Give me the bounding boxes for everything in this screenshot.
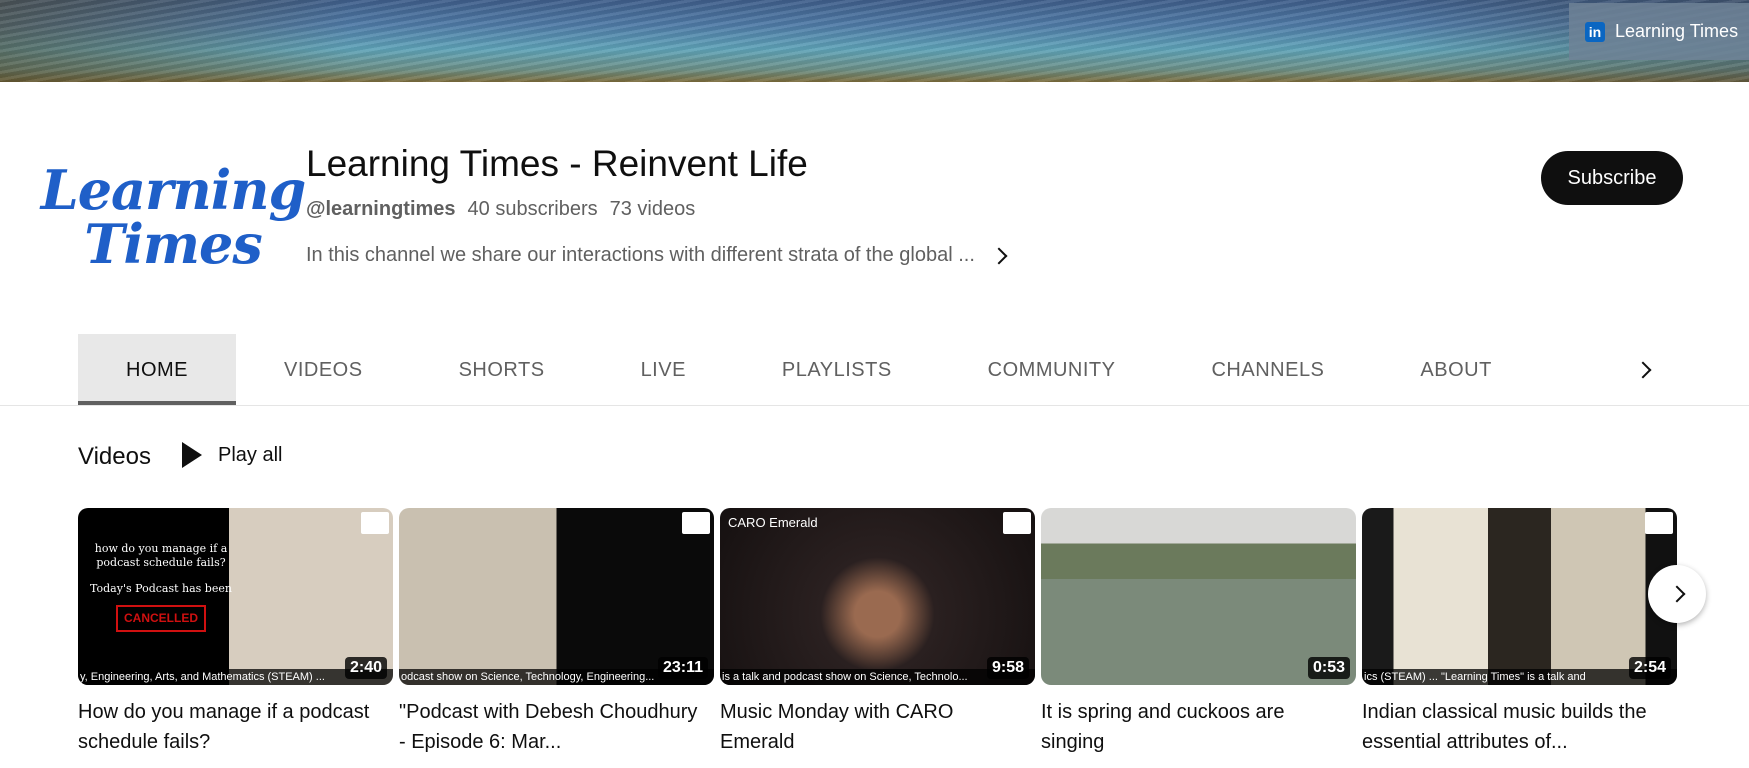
tab-videos[interactable]: VIDEOS bbox=[236, 334, 411, 406]
tab-shorts[interactable]: SHORTS bbox=[411, 334, 593, 406]
video-title[interactable]: It is spring and cuckoos are singing bbox=[1041, 697, 1356, 757]
video-duration: 0:53 bbox=[1307, 657, 1350, 679]
tab-home[interactable]: HOME bbox=[78, 334, 236, 406]
channel-description-text: In this channel we share our interaction… bbox=[306, 244, 975, 266]
section-title: Videos bbox=[78, 443, 151, 470]
cancelled-badge: CANCELLED bbox=[116, 605, 206, 633]
channel-tabs: HOME VIDEOS SHORTS LIVE PLAYLISTS COMMUN… bbox=[78, 334, 1540, 406]
video-title[interactable]: Music Monday with CARO Emerald bbox=[720, 697, 1035, 757]
avatar-text-line2: Times bbox=[84, 212, 263, 276]
channel-logo-watermark bbox=[682, 512, 710, 534]
channel-description[interactable]: In this channel we share our interaction… bbox=[306, 244, 1008, 267]
video-duration: 2:54 bbox=[1628, 657, 1671, 679]
video-title[interactable]: How do you manage if a podcast schedule … bbox=[78, 697, 393, 757]
video-thumbnail[interactable]: 0:53 bbox=[1041, 508, 1356, 685]
play-all-label: Play all bbox=[218, 443, 283, 466]
subscribe-button[interactable]: Subscribe bbox=[1541, 151, 1683, 205]
channel-avatar[interactable]: Learning Times bbox=[41, 147, 307, 287]
video-card[interactable]: ics (STEAM) ... "Learning Times" is a ta… bbox=[1362, 508, 1677, 757]
tabs-next-button[interactable] bbox=[1625, 352, 1661, 388]
video-count: 73 videos bbox=[609, 198, 696, 220]
channel-logo-watermark bbox=[1645, 512, 1673, 534]
linkedin-icon: in bbox=[1585, 21, 1605, 42]
tabs-divider bbox=[0, 405, 1749, 406]
banner-link-label: Learning Times bbox=[1615, 21, 1739, 41]
video-card[interactable]: how do you manage if a podcast schedule … bbox=[78, 508, 393, 757]
tab-about[interactable]: ABOUT bbox=[1372, 334, 1539, 406]
play-icon bbox=[182, 442, 202, 468]
subscriber-count: 40 subscribers bbox=[467, 198, 598, 220]
video-duration: 2:40 bbox=[344, 657, 387, 679]
video-duration: 9:58 bbox=[986, 657, 1029, 679]
chevron-right-icon bbox=[990, 247, 1008, 264]
tab-community[interactable]: COMMUNITY bbox=[940, 334, 1164, 406]
video-title[interactable]: Indian classical music builds the essent… bbox=[1362, 697, 1677, 757]
channel-logo-watermark bbox=[361, 512, 389, 534]
channel-handle: @learningtimes bbox=[306, 198, 456, 220]
channel-meta: @learningtimes 40 subscribers 73 videos bbox=[306, 198, 695, 221]
video-thumbnail[interactable]: how do you manage if a podcast schedule … bbox=[78, 508, 393, 685]
thumbnail-question: how do you manage if a podcast schedule … bbox=[94, 542, 228, 569]
video-thumbnail[interactable]: ics (STEAM) ... "Learning Times" is a ta… bbox=[1362, 508, 1677, 685]
tab-live[interactable]: LIVE bbox=[593, 334, 734, 406]
thumbnail-subtext: Today's Podcast has been bbox=[90, 581, 232, 595]
avatar-text-line1: Learning bbox=[40, 158, 307, 222]
video-thumbnail[interactable]: CARO Emerald is a talk and podcast show … bbox=[720, 508, 1035, 685]
play-all-button[interactable]: Play all bbox=[182, 442, 282, 468]
video-duration: 23:11 bbox=[657, 657, 708, 679]
shelf-next-button[interactable] bbox=[1648, 565, 1706, 623]
tab-channels[interactable]: CHANNELS bbox=[1163, 334, 1372, 406]
video-card[interactable]: odcast show on Science, Technology, Engi… bbox=[399, 508, 714, 757]
video-title[interactable]: "Podcast with Debesh Choudhury - Episode… bbox=[399, 697, 714, 757]
channel-banner: in Learning Times bbox=[0, 0, 1749, 82]
thumbnail-caption: how do you manage if a podcast schedule … bbox=[86, 542, 236, 633]
chevron-right-icon bbox=[1634, 361, 1652, 379]
video-card[interactable]: 0:53 It is spring and cuckoos are singin… bbox=[1041, 508, 1356, 757]
channel-logo-watermark bbox=[1003, 512, 1031, 534]
thumbnail-label: CARO Emerald bbox=[728, 515, 818, 530]
channel-title: Learning Times - Reinvent Life bbox=[306, 143, 808, 184]
tab-playlists[interactable]: PLAYLISTS bbox=[734, 334, 940, 406]
chevron-right-icon bbox=[1668, 585, 1686, 603]
video-card[interactable]: CARO Emerald is a talk and podcast show … bbox=[720, 508, 1035, 757]
banner-linkedin-link[interactable]: in Learning Times bbox=[1569, 3, 1749, 60]
video-shelf: how do you manage if a podcast schedule … bbox=[78, 508, 1677, 757]
video-thumbnail[interactable]: odcast show on Science, Technology, Engi… bbox=[399, 508, 714, 685]
